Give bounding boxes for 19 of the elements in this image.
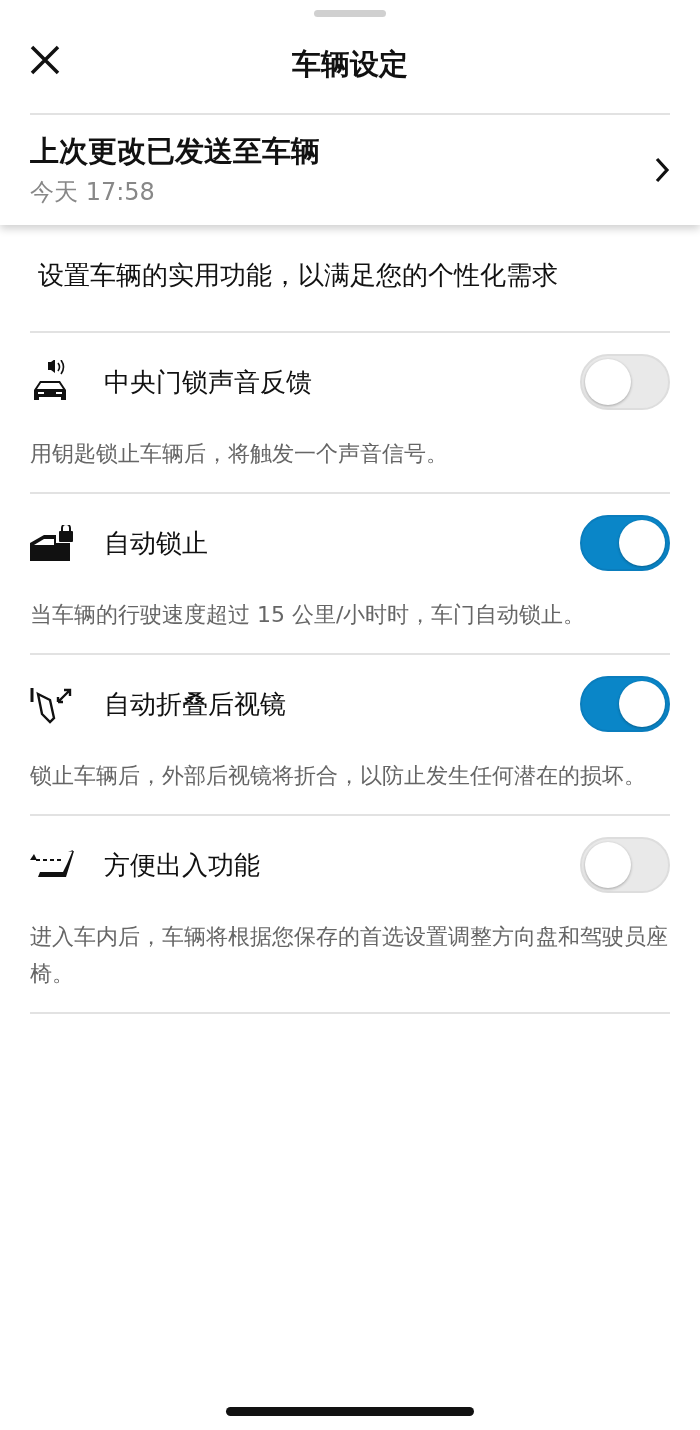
seat-icon <box>30 850 74 880</box>
intro-text: 设置车辆的实用功能，以满足您的个性化需求 <box>30 225 670 333</box>
setting-description: 当车辆的行驶速度超过 15 公里/小时时，车门自动锁止。 <box>30 601 587 629</box>
setting-description: 进入车内后，车辆将根据您保存的首选设置调整方向盘和驾驶员座椅。 <box>30 923 669 988</box>
setting-title: 自动折叠后视镜 <box>104 687 287 721</box>
setting-description: 用钥匙锁止车辆后，将触发一个声音信号。 <box>30 440 449 468</box>
last-change-title: 上次更改已发送至车辆 <box>30 133 321 170</box>
setting-title: 方便出入功能 <box>104 848 261 882</box>
last-change-time: 今天 17:58 <box>30 177 156 208</box>
toggle-switch[interactable] <box>580 676 670 732</box>
toggle-switch[interactable] <box>580 515 670 571</box>
drag-handle[interactable] <box>314 10 386 17</box>
window-title: 车辆设定 <box>292 46 408 83</box>
setting-title: 中央门锁声音反馈 <box>104 365 313 399</box>
close-button[interactable] <box>30 45 60 77</box>
door-lock-icon <box>30 525 74 561</box>
setting-description: 锁止车辆后，外部后视镜将折合，以防止发生任何潜在的损坏。 <box>30 762 647 790</box>
chevron-right-icon[interactable] <box>654 157 670 183</box>
setting-title: 自动锁止 <box>104 526 209 560</box>
